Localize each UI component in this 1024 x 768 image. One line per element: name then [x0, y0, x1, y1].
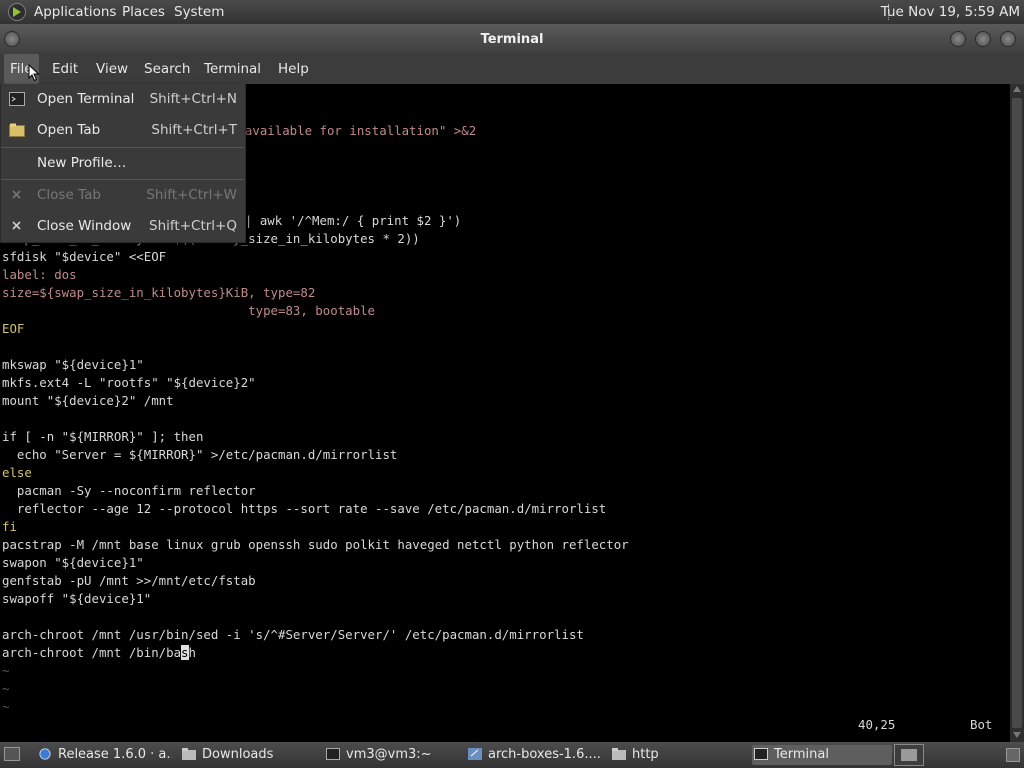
- terminal-line: reflector --age 12 --protocol https --so…: [2, 501, 607, 516]
- distro-logo-icon[interactable]: [8, 3, 26, 21]
- terminal-line: swapoff "${device}1": [2, 591, 152, 606]
- terminal-line: x available for installation" >&2: [230, 123, 477, 138]
- taskbar-vm3-terminal[interactable]: vm3@vm3:~: [326, 745, 458, 765]
- terminal-line: mkfs.ext4 -L "rootfs" "${device}2": [2, 375, 256, 390]
- terminal-line: genfstab -pU /mnt >>/mnt/etc/fstab: [2, 573, 256, 588]
- menu-view[interactable]: View: [90, 54, 134, 84]
- terminal-line: pacstrap -M /mnt base linux grub openssh…: [2, 537, 629, 552]
- window-title: Terminal: [480, 32, 544, 47]
- terminal-line: else: [2, 465, 32, 480]
- terminal-line: mount "${device}2" /mnt: [2, 393, 174, 408]
- window-titlebar[interactable]: Terminal: [0, 24, 1024, 54]
- minimize-button[interactable]: [950, 31, 966, 47]
- terminal-line: pacman -Sy --noconfirm reflector: [2, 483, 256, 498]
- terminal-line: arch-chroot /mnt /usr/bin/sed -i 's/^#Se…: [2, 627, 584, 642]
- taskbar-arch-boxes[interactable]: arch-boxes-1.6....: [468, 745, 600, 765]
- scroll-up-icon[interactable]: [1013, 86, 1021, 92]
- menu-search[interactable]: Search: [138, 54, 196, 84]
- terminal-line: e | awk '/^Mem:/ { print $2 }'): [230, 213, 462, 228]
- folder-tab-icon: [9, 123, 25, 137]
- taskbar-downloads[interactable]: Downloads: [182, 745, 312, 765]
- taskbar-terminal-active[interactable]: Terminal: [752, 745, 892, 765]
- terminal-line: label: dos: [2, 267, 77, 282]
- menu-item-close-tab: Close Tab Shift+Ctrl+W: [1, 180, 245, 211]
- terminal-line: arch-chroot /mnt /bin/bash: [2, 645, 196, 660]
- applications-menu[interactable]: Applications: [34, 4, 116, 20]
- close-icon: [12, 190, 21, 199]
- editor-icon: [468, 748, 482, 760]
- menu-help[interactable]: Help: [272, 54, 315, 84]
- menu-bar: File Edit View Search Terminal Help: [0, 54, 1024, 84]
- terminal-line: fi: [2, 519, 17, 534]
- terminal-line: ~: [2, 681, 10, 696]
- terminal-line: ~: [2, 663, 10, 678]
- terminal-icon: [9, 92, 25, 106]
- taskbar-browser[interactable]: Release 1.6.0 · a...: [38, 745, 172, 765]
- system-menu[interactable]: System: [174, 4, 224, 20]
- bottom-taskbar: Release 1.6.0 · a... Downloads vm3@vm3:~…: [0, 742, 1024, 768]
- scroll-down-icon[interactable]: [1013, 732, 1021, 738]
- top-panel: Applications Places System Tue Nov 19, 5…: [0, 0, 1024, 24]
- places-menu[interactable]: Places: [122, 4, 165, 20]
- terminal-line: type=83, bootable: [2, 303, 375, 318]
- folder-icon: [182, 748, 196, 760]
- close-icon: [12, 221, 21, 230]
- menu-edit[interactable]: Edit: [46, 54, 84, 84]
- menu-terminal[interactable]: Terminal: [198, 54, 267, 84]
- terminal-line: sfdisk "$device" <<EOF: [2, 249, 167, 264]
- menu-item-close-window[interactable]: Close Window Shift+Ctrl+Q: [1, 211, 245, 242]
- menu-item-new-profile[interactable]: New Profile…: [1, 148, 245, 179]
- terminal-line: if [ -n "${MIRROR}" ]; then: [2, 429, 204, 444]
- cursor-position: 40,25: [858, 717, 896, 732]
- workspace-switcher[interactable]: [894, 744, 924, 766]
- terminal-line: echo "Server = ${MIRROR}" >/etc/pacman.d…: [2, 447, 398, 462]
- menu-item-open-terminal[interactable]: Open Terminal Shift+Ctrl+N: [1, 84, 245, 115]
- show-desktop-icon[interactable]: [4, 747, 20, 761]
- folder-icon: [612, 748, 626, 760]
- browser-icon: [39, 748, 51, 760]
- terminal-line: mkswap "${device}1": [2, 357, 144, 372]
- text-cursor: s: [181, 645, 189, 660]
- terminal-icon: [754, 748, 768, 760]
- view-position: Bot: [970, 717, 993, 732]
- terminal-line: swapon "${device}1": [2, 555, 144, 570]
- menu-item-open-tab[interactable]: Open Tab Shift+Ctrl+T: [1, 115, 245, 146]
- taskbar-http[interactable]: http: [612, 745, 742, 765]
- terminal-line: EOF: [2, 321, 25, 336]
- file-menu-dropdown: Open Terminal Shift+Ctrl+N Open Tab Shif…: [0, 84, 246, 243]
- close-window-button[interactable]: [1000, 31, 1016, 47]
- terminal-line: ~: [2, 699, 10, 714]
- terminal-icon: [326, 748, 340, 760]
- terminal-scrollbar[interactable]: [1010, 84, 1024, 742]
- scroll-thumb[interactable]: [1012, 98, 1022, 728]
- terminal-line: size=${swap_size_in_kilobytes}KiB, type=…: [2, 285, 316, 300]
- maximize-button[interactable]: [975, 31, 991, 47]
- trash-icon[interactable]: [1006, 748, 1020, 762]
- clock[interactable]: Tue Nov 19, 5:59 AM: [881, 4, 1020, 20]
